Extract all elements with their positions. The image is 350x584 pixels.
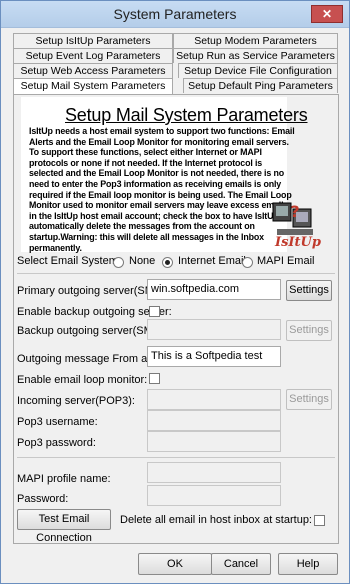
primary-smtp-settings-button[interactable]: Settings bbox=[286, 280, 332, 301]
tab-default-ping[interactable]: Setup Default Ping Parameters bbox=[183, 78, 338, 93]
pop3-username-label: Pop3 username: bbox=[17, 416, 98, 428]
mapi-password-label: Password: bbox=[17, 493, 69, 505]
divider bbox=[17, 273, 335, 274]
svg-text:?: ? bbox=[290, 202, 299, 221]
mapi-profile-field[interactable] bbox=[147, 462, 281, 483]
info-text: IsItUp needs a host email system to supp… bbox=[29, 126, 295, 253]
logo-label: IsItUp bbox=[275, 235, 321, 250]
divider bbox=[17, 457, 335, 458]
pop3-settings-button[interactable]: Settings bbox=[286, 389, 332, 410]
title-bar: System Parameters ✕ bbox=[1, 1, 349, 28]
primary-smtp-field[interactable]: win.softpedia.com bbox=[147, 279, 281, 300]
tab-device-file[interactable]: Setup Device File Configuration bbox=[178, 63, 338, 78]
cancel-button[interactable]: Cancel bbox=[211, 553, 271, 575]
tab-web-access[interactable]: Setup Web Access Parameters bbox=[13, 63, 173, 78]
pop3-server-field[interactable] bbox=[147, 389, 281, 410]
email-system-label: Select Email System: bbox=[17, 255, 121, 267]
from-address-field[interactable]: This is a Softpedia test bbox=[147, 346, 281, 367]
pop3-password-label: Pop3 password: bbox=[17, 437, 96, 449]
tab-mail-system[interactable]: Setup Mail System Parameters bbox=[13, 78, 173, 94]
help-button[interactable]: Help bbox=[278, 553, 338, 575]
enable-backup-checkbox[interactable] bbox=[149, 306, 160, 317]
pop3-password-field[interactable] bbox=[147, 431, 281, 452]
pop3-server-label: Incoming server(POP3): bbox=[17, 395, 135, 407]
close-icon[interactable]: ✕ bbox=[322, 7, 332, 21]
radio-internet-email[interactable] bbox=[162, 257, 173, 268]
tab-isitup[interactable]: Setup IsItUp Parameters bbox=[13, 33, 173, 48]
mapi-profile-label: MAPI profile name: bbox=[17, 473, 111, 485]
test-email-connection-button[interactable]: Test Email Connection bbox=[17, 509, 111, 544]
tab-modem[interactable]: Setup Modem Parameters bbox=[173, 33, 338, 48]
radio-mapi-email-label: MAPI Email bbox=[257, 255, 315, 267]
backup-smtp-settings-button[interactable]: Settings bbox=[286, 320, 332, 341]
radio-none-label: None bbox=[129, 255, 156, 267]
info-heading: Setup Mail System Parameters bbox=[65, 105, 308, 125]
mapi-password-field[interactable] bbox=[147, 485, 281, 506]
window-title: System Parameters bbox=[113, 6, 237, 22]
delete-inbox-checkbox[interactable] bbox=[314, 515, 325, 526]
close-button[interactable]: ✕ bbox=[311, 5, 343, 23]
tab-event-log[interactable]: Setup Event Log Parameters bbox=[13, 48, 173, 63]
loop-monitor-label: Enable email loop monitor: bbox=[17, 374, 148, 386]
delete-inbox-label: Delete all email in host inbox at startu… bbox=[120, 514, 312, 526]
backup-smtp-field[interactable] bbox=[147, 319, 281, 340]
pop3-username-field[interactable] bbox=[147, 410, 281, 431]
radio-mapi-email[interactable] bbox=[242, 257, 253, 268]
tab-run-as-service[interactable]: Setup Run as Service Parameters bbox=[173, 48, 338, 63]
isitup-logo-icon: ? IsItUp bbox=[271, 199, 321, 251]
radio-none[interactable] bbox=[113, 257, 124, 268]
radio-internet-email-label: Internet Email bbox=[178, 255, 246, 267]
loop-monitor-checkbox[interactable] bbox=[149, 373, 160, 384]
system-parameters-window: System Parameters ✕ Setup IsItUp Paramet… bbox=[0, 0, 350, 584]
info-box: Setup Mail System Parameters IsItUp need… bbox=[21, 97, 308, 253]
ok-button[interactable]: OK bbox=[138, 553, 212, 575]
